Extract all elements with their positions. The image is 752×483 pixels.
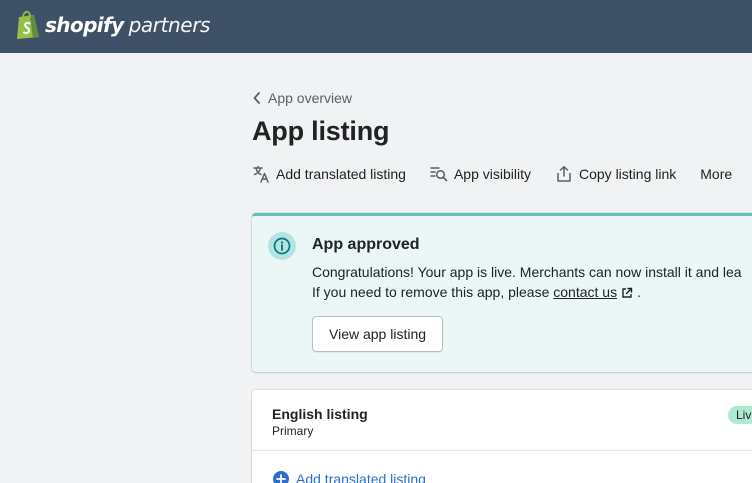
visibility-search-icon xyxy=(430,167,448,182)
copy-listing-link-action[interactable]: Copy listing link xyxy=(555,165,676,183)
banner-message: Congratulations! Your app is live. Merch… xyxy=(312,262,742,302)
english-listing-card: English listing Primary Liv Add translat… xyxy=(252,390,752,483)
add-translated-listing-action[interactable]: Add translated listing xyxy=(252,165,406,183)
chevron-left-icon xyxy=(253,92,260,104)
translate-icon xyxy=(253,165,269,183)
breadcrumb-label: App overview xyxy=(268,90,353,106)
more-actions-button[interactable]: More xyxy=(700,166,732,182)
brand-product: partners xyxy=(128,13,211,37)
main-content: App overview App listing Add translated … xyxy=(0,53,752,483)
info-icon xyxy=(268,232,296,260)
banner-line-2-suffix: . xyxy=(633,284,641,300)
banner-title: App approved xyxy=(312,236,420,253)
shopify-bag-icon xyxy=(17,10,39,39)
page-actions: Add translated listing App visibility Co… xyxy=(252,165,752,183)
external-link-icon xyxy=(622,287,633,298)
card-divider xyxy=(252,450,752,451)
listing-subtitle: Primary xyxy=(272,424,314,438)
banner-line-2: If you need to remove this app, please c… xyxy=(312,282,742,302)
status-badge: Liv xyxy=(728,406,752,424)
brand-name: shopify xyxy=(45,13,124,37)
action-label: More xyxy=(700,166,733,182)
action-label: App visibility xyxy=(453,166,531,182)
share-icon xyxy=(557,166,571,182)
add-translated-listing-link[interactable]: Add translated listing xyxy=(272,470,426,483)
view-app-listing-button[interactable]: View app listing xyxy=(312,316,444,352)
top-bar: shopify partners xyxy=(0,0,752,53)
banner-line-2-prefix: If you need to remove this app, please xyxy=(312,284,554,300)
app-approved-banner: App approved Congratulations! Your app i… xyxy=(252,213,752,372)
banner-line-1: Congratulations! Your app is live. Merch… xyxy=(312,264,742,280)
plus-circle-icon xyxy=(273,471,289,483)
breadcrumb-back-link[interactable]: App overview xyxy=(252,90,352,106)
page-title: App listing xyxy=(252,116,390,146)
action-label: Copy listing link xyxy=(579,166,677,182)
action-label: Add translated listing xyxy=(276,166,406,182)
add-link-label: Add translated listing xyxy=(296,471,426,483)
shopify-partners-logo[interactable]: shopify partners xyxy=(15,10,210,40)
listing-title: English listing xyxy=(272,406,368,422)
app-visibility-action[interactable]: App visibility xyxy=(430,165,531,183)
contact-us-link[interactable]: contact us xyxy=(553,284,617,300)
